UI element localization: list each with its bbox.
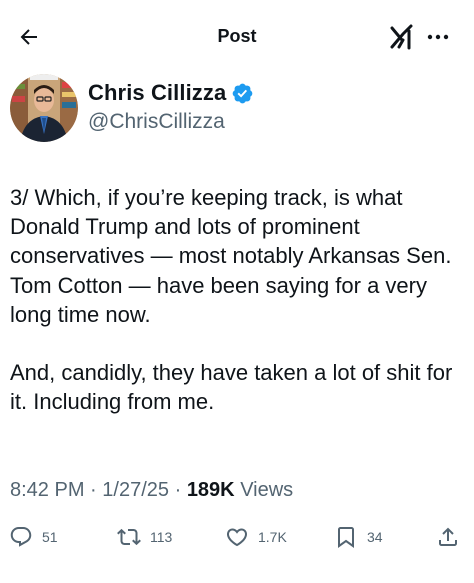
- meta-separator: ·: [174, 479, 182, 501]
- share-button[interactable]: [436, 523, 460, 551]
- profile-photo: [10, 74, 78, 142]
- author-name[interactable]: Chris Cillizza: [88, 80, 226, 106]
- top-bar: Post: [0, 0, 474, 72]
- views-count: 189K: [186, 479, 235, 501]
- bookmark-count: 34: [367, 529, 383, 545]
- repost-icon: [117, 528, 141, 546]
- verified-badge-icon: [233, 83, 253, 103]
- repost-button[interactable]: 113: [117, 523, 172, 551]
- tweet-date[interactable]: 1/27/25: [102, 479, 169, 501]
- grok-button[interactable]: [389, 23, 417, 51]
- reply-count: 51: [42, 529, 58, 545]
- grok-icon: [390, 24, 413, 50]
- like-count: 1.7K: [258, 529, 287, 545]
- meta-separator: ·: [90, 479, 97, 501]
- share-icon: [439, 527, 457, 546]
- tweet-meta: 8:42 PM · 1/27/25 · 189K Views: [10, 479, 293, 502]
- tweet-text: 3/ Which, if you’re keeping track, is wh…: [10, 183, 465, 417]
- more-horizontal-icon: [427, 34, 449, 40]
- bookmark-button[interactable]: 34: [334, 523, 383, 551]
- reply-icon: [10, 527, 32, 547]
- author-handle[interactable]: @ChrisCillizza: [88, 110, 225, 134]
- views-label: Views: [240, 479, 294, 501]
- tweet-paragraph: And, candidly, they have taken a lot of …: [10, 360, 453, 415]
- author-name-row[interactable]: Chris Cillizza: [88, 80, 254, 106]
- tweet-paragraph: 3/ Which, if you’re keeping track, is wh…: [10, 185, 452, 327]
- reply-button[interactable]: 51: [9, 523, 58, 551]
- avatar[interactable]: [10, 74, 78, 142]
- more-button[interactable]: [425, 24, 451, 50]
- bookmark-icon: [338, 527, 354, 548]
- tweet-time[interactable]: 8:42 PM: [10, 479, 84, 501]
- like-button[interactable]: 1.7K: [225, 523, 287, 551]
- heart-icon: [226, 528, 248, 547]
- repost-count: 113: [150, 529, 173, 545]
- action-bar: 51 113 1.7K 34: [0, 523, 474, 553]
